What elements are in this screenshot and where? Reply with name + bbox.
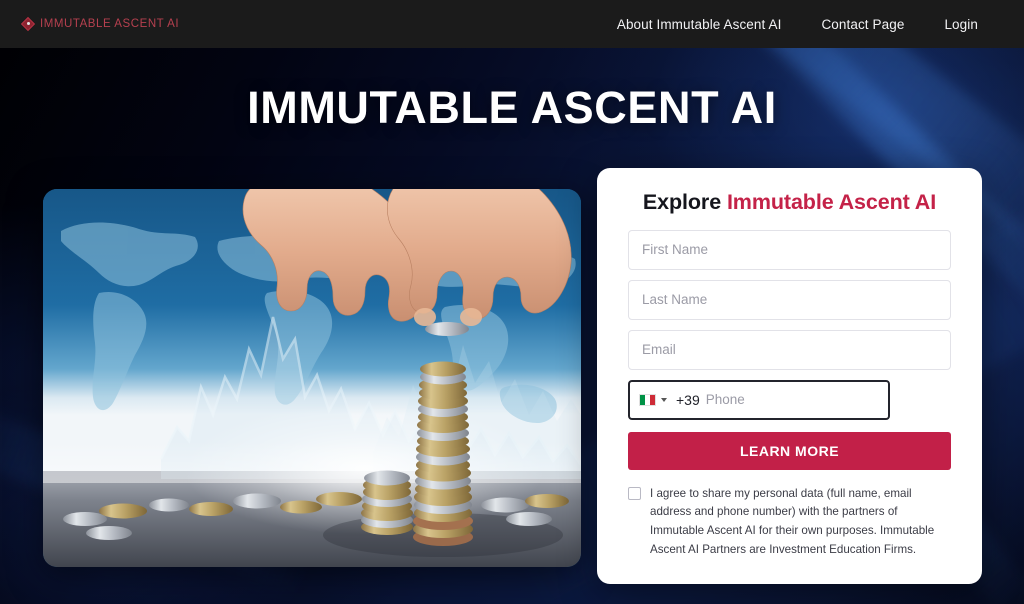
nav-link-login[interactable]: Login bbox=[944, 17, 978, 32]
learn-more-button[interactable]: LEARN MORE bbox=[628, 431, 951, 470]
form-title-accent: Immutable Ascent AI bbox=[726, 190, 937, 214]
chevron-down-icon[interactable] bbox=[661, 397, 667, 402]
country-dial-code: +39 bbox=[676, 391, 700, 408]
consent-checkbox[interactable] bbox=[628, 486, 641, 500]
diamond-logo-icon bbox=[20, 16, 36, 31]
nav-link-contact[interactable]: Contact Page bbox=[821, 17, 904, 32]
hero-image bbox=[43, 189, 581, 567]
consent-row: I agree to share my personal data (full … bbox=[628, 485, 951, 560]
brand-name: IMMUTABLE ASCENT AI bbox=[40, 18, 180, 30]
lead-form-card: Explore Immutable Ascent AI +39 LEARN MO… bbox=[597, 168, 982, 584]
last-name-input[interactable] bbox=[628, 279, 951, 320]
form-title-plain: Explore bbox=[642, 190, 727, 214]
page-title: IMMUTABLE ASCENT AI bbox=[247, 82, 777, 133]
consent-text: I agree to share my personal data (full … bbox=[650, 486, 935, 556]
page-root: IMMUTABLE ASCENT AI About Immutable Asce… bbox=[0, 0, 1024, 604]
form-title: Explore Immutable Ascent AI bbox=[628, 188, 951, 217]
email-input[interactable] bbox=[628, 329, 951, 370]
main-navigation: About Immutable Ascent AI Contact Page L… bbox=[617, 17, 978, 32]
brand-logo[interactable]: IMMUTABLE ASCENT AI bbox=[20, 16, 180, 31]
phone-input[interactable] bbox=[699, 381, 888, 418]
italy-flag-icon[interactable] bbox=[639, 393, 656, 406]
site-header: IMMUTABLE ASCENT AI About Immutable Asce… bbox=[0, 0, 1024, 48]
nav-link-about[interactable]: About Immutable Ascent AI bbox=[617, 17, 782, 32]
first-name-input[interactable] bbox=[628, 229, 951, 270]
phone-input-group[interactable]: +39 bbox=[628, 379, 890, 420]
